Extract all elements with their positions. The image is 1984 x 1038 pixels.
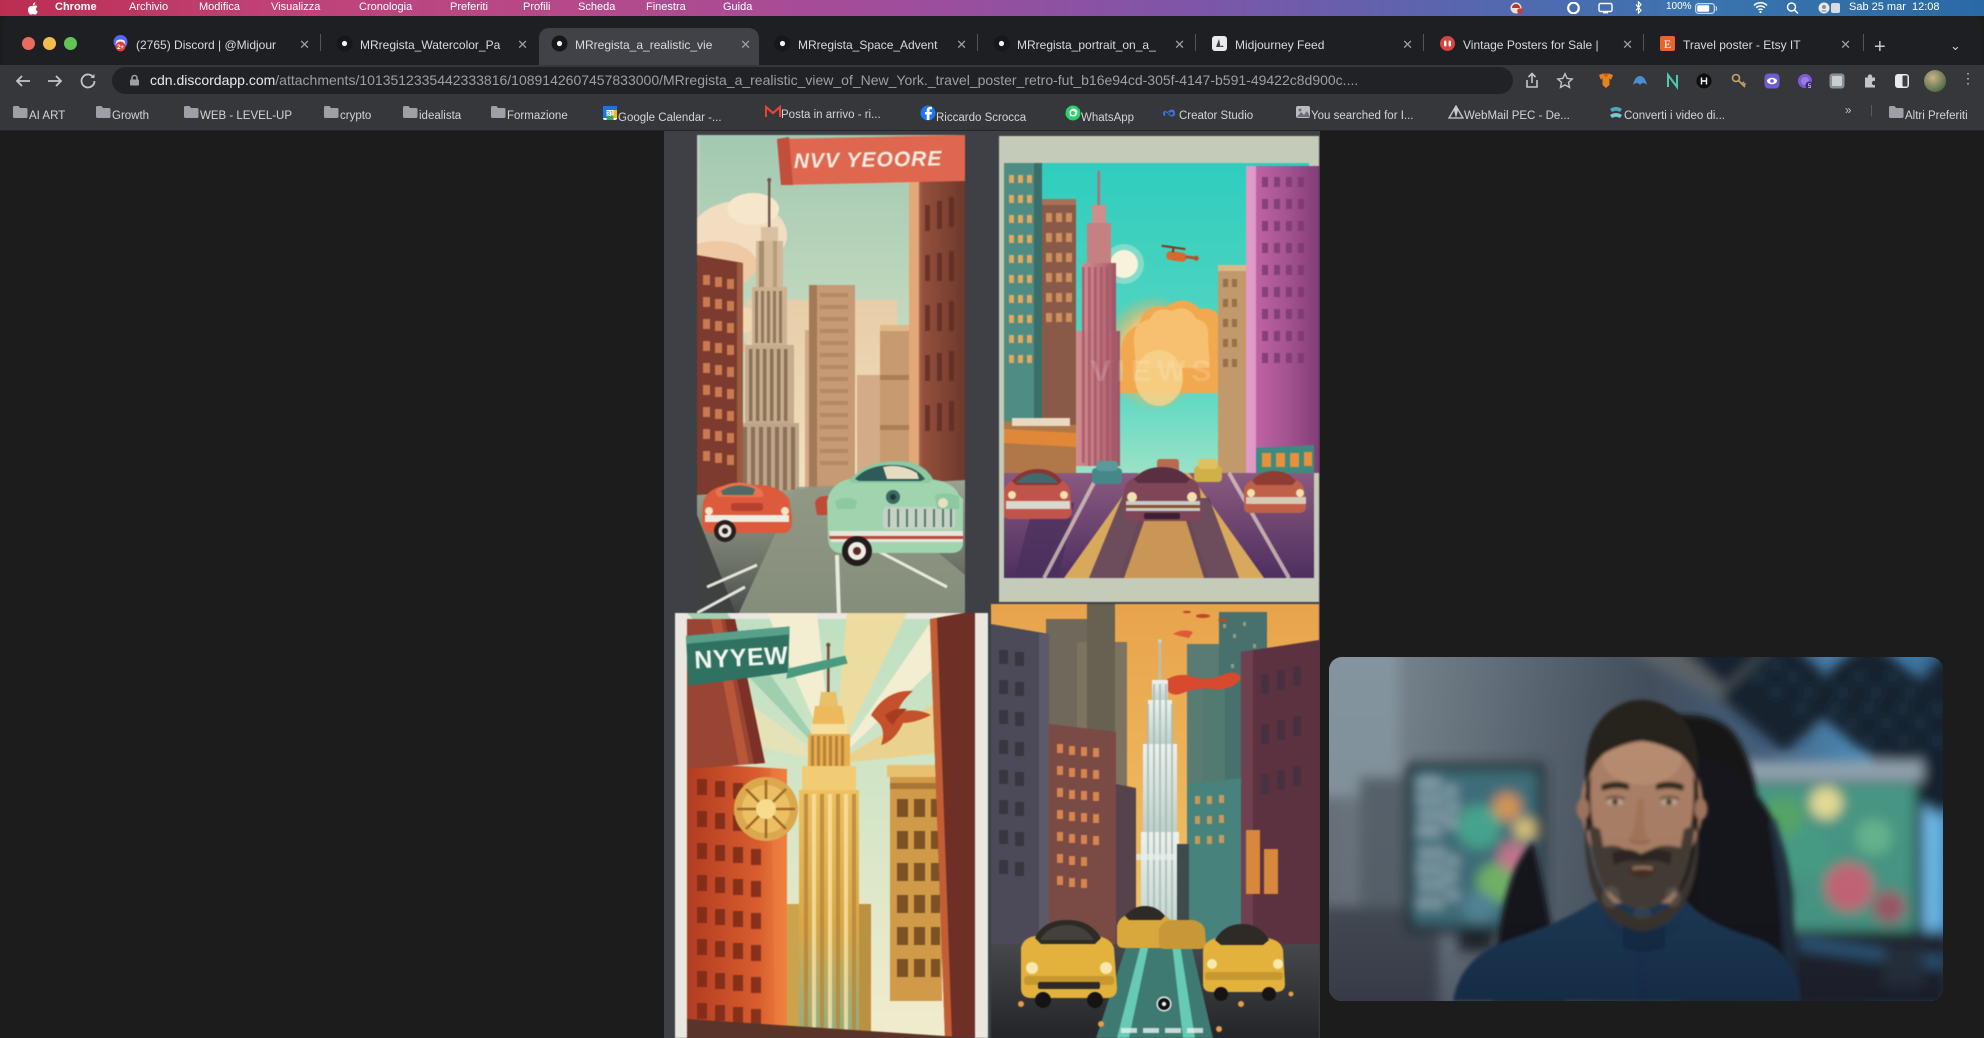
svg-text:VIEWS: VIEWS — [1091, 355, 1218, 388]
svg-text:E: E — [1664, 37, 1671, 51]
svg-text:NVV YEOORE: NVV YEOORE — [794, 147, 943, 173]
svg-text:2+: 2+ — [117, 45, 124, 51]
svg-text:NYYEW: NYYEW — [694, 642, 790, 675]
svg-text:31: 31 — [606, 111, 614, 118]
